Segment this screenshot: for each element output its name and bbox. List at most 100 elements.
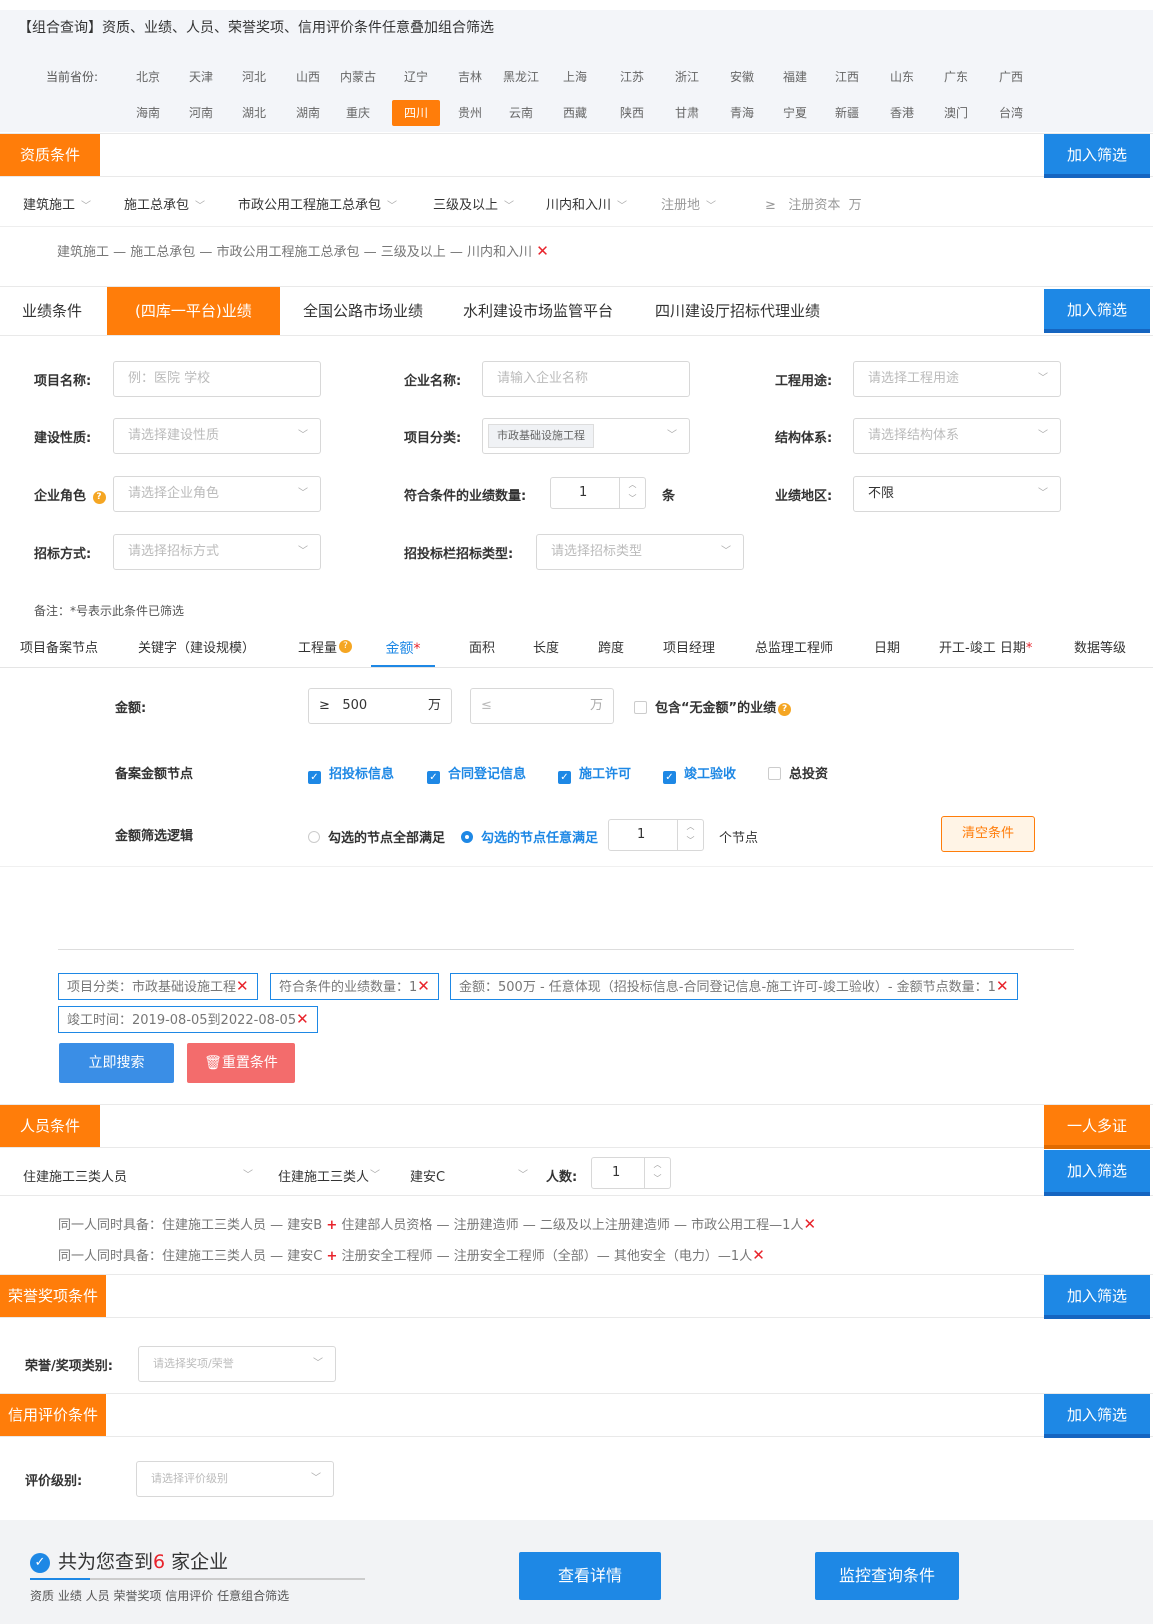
province-12[interactable]: 宁夏 — [771, 100, 819, 126]
dropdown-scope[interactable]: 川内和入川 ﹀ — [546, 194, 627, 213]
node-permit-checkbox[interactable]: ✓ 施工许可 — [558, 763, 631, 784]
logic-count-stepper[interactable]: 1 ︿ ﹀ — [608, 819, 704, 851]
reset-button[interactable]: 🗑重置条件 — [187, 1043, 295, 1083]
subtab-area[interactable]: 面积 — [469, 631, 495, 667]
bid-type-select[interactable]: 请选择招标类型 ﹀ — [536, 534, 744, 570]
logic-any-radio[interactable]: 勾选的节点任意满足 — [461, 827, 598, 846]
view-details-button[interactable]: 查看详情 — [519, 1552, 661, 1600]
province-11[interactable]: 青海 — [718, 100, 766, 126]
remove-icon[interactable]: ✕ — [996, 977, 1009, 995]
structure-select[interactable]: 请选择结构体系 ﹀ — [853, 418, 1061, 454]
count-stepper[interactable]: 1 ︿ ﹀ — [550, 477, 646, 509]
province-1[interactable]: 天津 — [177, 64, 225, 90]
province-7[interactable]: 黑龙江 — [497, 64, 545, 90]
stepper-arrows-icon[interactable]: ︿ ﹀ — [677, 820, 703, 850]
province-10[interactable]: 甘肃 — [663, 100, 711, 126]
province-6[interactable]: 吉林 — [446, 64, 494, 90]
remove-icon[interactable]: ✕ — [236, 977, 249, 995]
qualification-add-button[interactable]: 加入筛选 — [1044, 134, 1150, 178]
help-icon[interactable]: ? — [339, 640, 353, 653]
honor-type-select[interactable]: 请选择奖项/荣誉 ﹀ — [138, 1346, 336, 1382]
dropdown-grade[interactable]: 三级及以上 ﹀ — [433, 194, 514, 213]
province-15[interactable]: 广东 — [932, 64, 980, 90]
node-contract-checkbox[interactable]: ✓ 合同登记信息 — [427, 763, 526, 784]
province-16[interactable]: 台湾 — [987, 100, 1035, 126]
stepper-arrows-icon[interactable]: ︿ ﹀ — [644, 1158, 670, 1188]
usage-select[interactable]: 请选择工程用途 ﹀ — [853, 361, 1061, 397]
personnel-cert-select[interactable]: 建安C ﹀ — [410, 1166, 528, 1185]
personnel-type-select[interactable]: 住建施工三类人员 ﹀ — [23, 1166, 253, 1185]
subtab-supervisor[interactable]: 总监理工程师 — [755, 631, 833, 667]
province-2[interactable]: 河北 — [230, 64, 278, 90]
tab-sichuan-agency[interactable]: 四川建设厅招标代理业绩 — [655, 287, 820, 335]
help-icon[interactable]: ? — [778, 703, 792, 716]
province-12[interactable]: 福建 — [771, 64, 819, 90]
province-3[interactable]: 山西 — [284, 64, 332, 90]
subtab-data-level[interactable]: 数据等级 — [1074, 631, 1126, 667]
subtab-keyword[interactable]: 关键字（建设规模） — [138, 631, 255, 667]
subtab-length[interactable]: 长度 — [533, 631, 559, 667]
province-9[interactable]: 江苏 — [608, 64, 656, 90]
province-6[interactable]: 贵州 — [446, 100, 494, 126]
include-no-amount-checkbox[interactable]: 包含“无金额”的业绩? — [634, 697, 792, 716]
subtab-amount[interactable]: 金额* — [371, 631, 435, 667]
project-name-input[interactable]: 例：医院 学校 — [113, 361, 321, 397]
tab-sikupingtai[interactable]: (四库一平台)业绩 — [107, 287, 280, 335]
subtab-start-end-date[interactable]: 开工-竣工 日期* — [939, 631, 1032, 667]
category-select[interactable]: 市政基础设施工程 ﹀ — [482, 418, 690, 454]
province-8[interactable]: 西藏 — [551, 100, 599, 126]
logic-all-radio[interactable]: 勾选的节点全部满足 — [308, 827, 445, 846]
clear-conditions-button[interactable]: 清空条件 — [941, 816, 1035, 852]
remove-icon[interactable]: ✕ — [752, 1246, 765, 1264]
subtab-date[interactable]: 日期 — [874, 631, 900, 667]
search-button[interactable]: 立即搜索 — [59, 1043, 174, 1083]
province-5[interactable]: 四川 — [392, 100, 440, 126]
nature-select[interactable]: 请选择建设性质 ﹀ — [113, 418, 321, 454]
province-1[interactable]: 河南 — [177, 100, 225, 126]
amount-max-input[interactable]: ≤ 万 — [470, 688, 614, 724]
capital-filter[interactable]: ≥ 注册资本 万 — [765, 194, 862, 213]
subtab-span[interactable]: 跨度 — [598, 631, 624, 667]
dropdown-category[interactable]: 建筑施工 ﹀ — [23, 194, 91, 213]
company-name-input[interactable]: 请输入企业名称 — [482, 361, 690, 397]
tab-water[interactable]: 水利建设市场监管平台 — [463, 287, 613, 335]
role-select[interactable]: 请选择企业角色 ﹀ — [113, 476, 321, 512]
remove-icon[interactable]: ✕ — [417, 977, 430, 995]
monitor-query-button[interactable]: 监控查询条件 — [815, 1552, 959, 1600]
subtab-manager[interactable]: 项目经理 — [663, 631, 715, 667]
province-0[interactable]: 海南 — [124, 100, 172, 126]
province-11[interactable]: 安徽 — [718, 64, 766, 90]
province-13[interactable]: 新疆 — [823, 100, 871, 126]
province-5[interactable]: 辽宁 — [392, 64, 440, 90]
subtab-filing-node[interactable]: 项目备案节点 — [20, 631, 98, 667]
personnel-subtype-select[interactable]: 住建施工三类人 ﹀ — [278, 1166, 380, 1185]
province-9[interactable]: 陕西 — [608, 100, 656, 126]
province-13[interactable]: 江西 — [823, 64, 871, 90]
help-icon[interactable]: ? — [92, 491, 106, 504]
province-0[interactable]: 北京 — [124, 64, 172, 90]
province-7[interactable]: 云南 — [497, 100, 545, 126]
subtab-quantity[interactable]: 工程量? — [298, 631, 353, 667]
province-10[interactable]: 浙江 — [663, 64, 711, 90]
multi-cert-button[interactable]: 一人多证 — [1044, 1105, 1150, 1149]
node-acceptance-checkbox[interactable]: ✓ 竣工验收 — [663, 763, 736, 784]
credit-add-button[interactable]: 加入筛选 — [1044, 1394, 1150, 1438]
dropdown-qualification[interactable]: 市政公用工程施工总承包 ﹀ — [238, 194, 397, 213]
tab-highway[interactable]: 全国公路市场业绩 — [303, 287, 423, 335]
province-14[interactable]: 香港 — [878, 100, 926, 126]
remove-icon[interactable]: ✕ — [296, 1010, 309, 1028]
province-4[interactable]: 重庆 — [334, 100, 382, 126]
remove-icon[interactable]: ✕ — [803, 1215, 816, 1233]
node-bidding-checkbox[interactable]: ✓ 招投标信息 — [308, 763, 394, 784]
honor-add-button[interactable]: 加入筛选 — [1044, 1275, 1150, 1319]
region-select[interactable]: 不限 ﹀ — [853, 476, 1061, 512]
credit-level-select[interactable]: 请选择评价级别 ﹀ — [136, 1461, 334, 1497]
personnel-count-stepper[interactable]: 1 ︿ ﹀ — [591, 1157, 671, 1189]
performance-add-button[interactable]: 加入筛选 — [1044, 289, 1150, 333]
province-4[interactable]: 内蒙古 — [334, 64, 382, 90]
bid-method-select[interactable]: 请选择招标方式 ﹀ — [113, 534, 321, 570]
province-14[interactable]: 山东 — [878, 64, 926, 90]
province-3[interactable]: 湖南 — [284, 100, 332, 126]
node-investment-checkbox[interactable]: 总投资 — [768, 763, 828, 782]
dropdown-type[interactable]: 施工总承包 ﹀ — [124, 194, 205, 213]
